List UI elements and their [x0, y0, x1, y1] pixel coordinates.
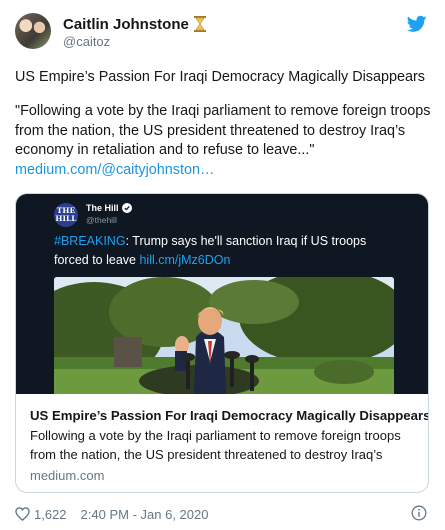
card-domain: medium.com [30, 468, 105, 483]
news-photo [54, 277, 394, 394]
tweet-header: Caitlin Johnstone @caitoz [15, 13, 430, 53]
tweet-footer: 1,622 2:40 PM - Jan 6, 2020 [15, 505, 208, 523]
link-preview-card[interactable]: THE HILL The Hill @thehill #BREAKING: Tr… [15, 193, 429, 493]
the-hill-logo: THE HILL [54, 203, 78, 227]
author-name-row[interactable]: Caitlin Johnstone [63, 15, 206, 33]
embedded-name-row: The Hill [86, 203, 132, 213]
avatar[interactable] [15, 13, 51, 49]
hourglass-icon [193, 16, 206, 32]
breaking-hashtag: #BREAKING [54, 234, 126, 248]
heart-icon[interactable] [15, 507, 30, 521]
tweet-embed: Caitlin Johnstone @caitoz US Empire’s Pa… [0, 0, 445, 530]
info-icon[interactable] [411, 505, 427, 521]
card-body[interactable]: US Empire’s Passion For Iraqi Democracy … [16, 394, 428, 492]
twitter-bird-icon[interactable] [407, 15, 427, 33]
embedded-tweet-text: #BREAKING: Trump says he'll sanction Ira… [54, 232, 404, 270]
like-count[interactable]: 1,622 [34, 507, 67, 522]
like-button[interactable]: 1,622 [15, 507, 81, 522]
tweet-link[interactable]: medium.com/@caityjohnston… [15, 162, 214, 178]
tweet-timestamp[interactable]: 2:40 PM - Jan 6, 2020 [81, 507, 209, 522]
author-name[interactable]: Caitlin Johnstone [63, 16, 189, 33]
verified-badge-icon [121, 203, 132, 213]
card-title[interactable]: US Empire’s Passion For Iraqi Democracy … [30, 407, 428, 425]
card-image[interactable]: THE HILL The Hill @thehill #BREAKING: Tr… [16, 194, 428, 394]
embedded-author-handle: @thehill [86, 215, 117, 225]
tweet-quote-text: "Following a vote by the Iraqi parliamen… [15, 103, 431, 158]
embedded-author-name: The Hill [86, 203, 119, 213]
author-handle[interactable]: @caitoz [63, 34, 110, 49]
tweet-quote: "Following a vote by the Iraqi parliamen… [15, 102, 435, 180]
embedded-link: hill.cm/jMz6DOn [139, 253, 231, 267]
card-description: Following a vote by the Iraqi parliament… [30, 428, 401, 462]
tweet-title: US Empire’s Passion For Iraqi Democracy … [15, 69, 426, 85]
